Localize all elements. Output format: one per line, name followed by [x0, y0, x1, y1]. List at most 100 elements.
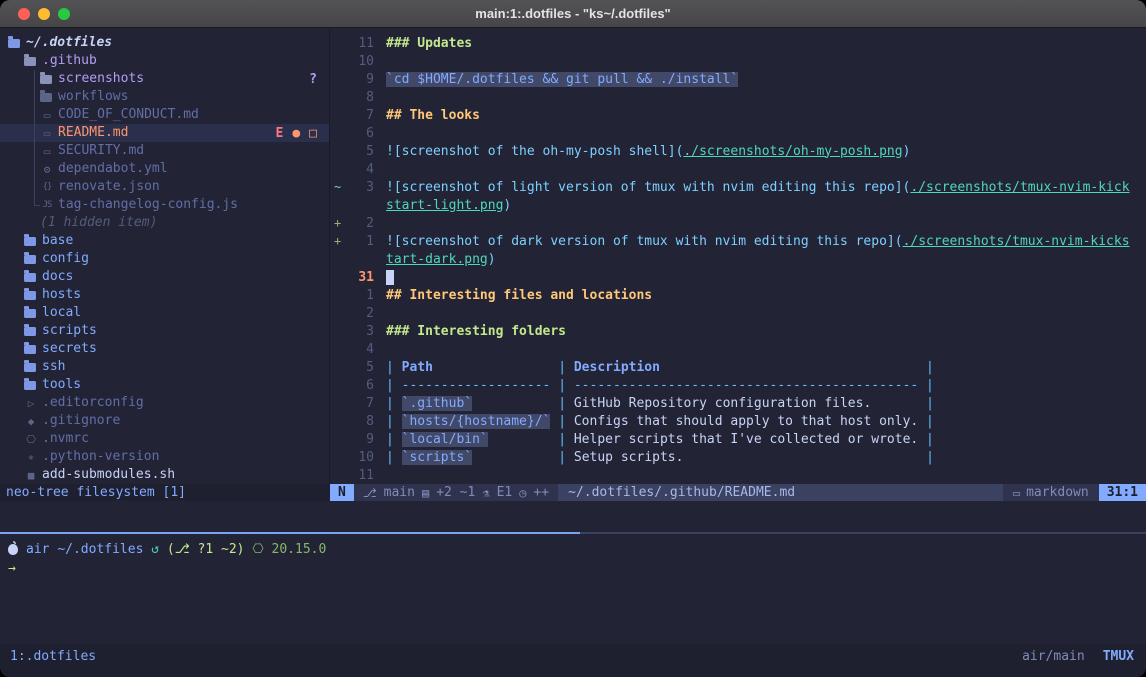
tmux-pane-border[interactable] [0, 532, 1146, 534]
close-button[interactable] [18, 8, 30, 20]
editor-line[interactable]: 8| `hosts/{hostname}/` | Configs that sh… [330, 412, 1146, 430]
command-line-area [0, 501, 1146, 532]
line-text: | ------------------- | ----------------… [386, 378, 934, 393]
tree-item-github[interactable]: .github [0, 52, 329, 70]
line-text [386, 270, 394, 285]
line-number: 9 [348, 72, 374, 87]
tree-item-add-submodules-sh[interactable]: ■add-submodules.sh [0, 466, 329, 484]
branch-icon: ⎇ [363, 486, 377, 500]
editor-line[interactable]: 5![screenshot of the oh-my-posh shell](.… [330, 142, 1146, 160]
tree-item-python-version[interactable]: ∗.python-version [0, 448, 329, 466]
tree-item-screenshots[interactable]: screenshots? [0, 70, 329, 88]
editor-line[interactable]: 10 | `scripts` | Setup scripts. | [330, 448, 1146, 466]
tree-item-ssh[interactable]: ssh [0, 358, 329, 376]
tree-item-readme-md[interactable]: ▭README.mdE●□ [0, 124, 329, 142]
clock-icon: ◷ [519, 486, 526, 500]
tree-item-label: .editorconfig [42, 394, 144, 412]
editor-line[interactable]: +1![screenshot of dark version of tmux w… [330, 232, 1146, 250]
diff-icon: ▤ [422, 486, 429, 500]
prompt-arrow: → [8, 561, 16, 576]
editor-line[interactable]: 31 [330, 268, 1146, 286]
editor-line[interactable]: 5| Path | Description | [330, 358, 1146, 376]
line-text: | `scripts` | Setup scripts. | [386, 450, 934, 465]
line-number: 3 [348, 324, 374, 339]
tree-item-label: base [42, 232, 73, 250]
git-branch: main [384, 485, 415, 500]
sign-column: ~ [330, 180, 348, 194]
editor-line[interactable]: 7## The looks [330, 106, 1146, 124]
neo-tree-pane[interactable]: ~/.dotfiles.githubscreenshots?workflows▭… [0, 28, 330, 484]
editor-line[interactable]: +2 [330, 214, 1146, 232]
editor-line[interactable]: start-light.png) [330, 196, 1146, 214]
prompt-input-line[interactable]: → [8, 559, 1146, 578]
tree-item-gitignore[interactable]: ◆.gitignore [0, 412, 329, 430]
git-diff: +2 ~1 [436, 485, 475, 500]
line-text: ### Interesting folders [386, 324, 566, 339]
line-number: 8 [348, 414, 374, 429]
tree-item-docs[interactable]: docs [0, 268, 329, 286]
minimize-button[interactable] [38, 8, 50, 20]
tree-item-secrets[interactable]: secrets [0, 340, 329, 358]
editor-line[interactable]: 3 ### Interesting folders [330, 322, 1146, 340]
editor-line[interactable]: 10 [330, 52, 1146, 70]
tmux-session-name: air/main [1022, 649, 1085, 664]
tree-item-label: scripts [42, 322, 97, 340]
line-number: 7 [348, 108, 374, 123]
tmux-window-tab[interactable]: 1:.dotfiles [10, 649, 96, 664]
tree-item-tools[interactable]: tools [0, 376, 329, 394]
filetype-segment: ▭ markdown [1003, 485, 1099, 500]
tree-item-workflows[interactable]: workflows [0, 88, 329, 106]
titlebar[interactable]: main:1:.dotfiles - "ks~/.dotfiles" [0, 0, 1146, 28]
editor-line[interactable]: 8 [330, 88, 1146, 106]
editor-line[interactable]: 6 [330, 124, 1146, 142]
tree-item-hosts[interactable]: hosts [0, 286, 329, 304]
folder-icon [40, 75, 52, 84]
editor-line[interactable]: tart-dark.png) [330, 250, 1146, 268]
mode-indicator: N [330, 484, 354, 501]
tree-item-label: (1 hidden item) [40, 214, 157, 232]
tree-item-label: .github [42, 52, 97, 70]
editor-line[interactable]: 7| `.github` | GitHub Repository configu… [330, 394, 1146, 412]
tree-item-label: .python-version [42, 448, 159, 466]
tree-item-label: CODE_OF_CONDUCT.md [58, 106, 199, 124]
tree-item-scripts[interactable]: scripts [0, 322, 329, 340]
editor-line[interactable]: 9`cd $HOME/.dotfiles && git pull && ./in… [330, 70, 1146, 88]
line-text: | `.github` | GitHub Repository configur… [386, 396, 934, 411]
shell-pane[interactable]: air ~/.dotfiles ↺ ( ⎇ ?1 ~2 ) ⎔ 20.15.0 … [0, 534, 1146, 644]
tree-item-config[interactable]: config [0, 250, 329, 268]
line-text: tart-dark.png) [386, 252, 496, 267]
folder-icon [24, 273, 36, 282]
line-text: ### Updates [386, 36, 472, 51]
editor-line[interactable]: 11### Updates [330, 34, 1146, 52]
editor-line[interactable]: ~3![screenshot of light version of tmux … [330, 178, 1146, 196]
tree-item-label: local [42, 304, 81, 322]
editor-line[interactable]: 11 [330, 466, 1146, 484]
line-number: 10 [348, 450, 374, 465]
line-number: 4 [348, 162, 374, 177]
editor-line[interactable]: 1## Interesting files and locations [330, 286, 1146, 304]
tree-item-tag-changelog-config-js[interactable]: JStag-changelog-config.js [0, 196, 329, 214]
editor-line[interactable]: 4 [330, 340, 1146, 358]
zoom-button[interactable] [58, 8, 70, 20]
editor-line[interactable]: 2 [330, 304, 1146, 322]
tree-item-code-of-conduct-md[interactable]: ▭ CODE_OF_CONDUCT.md [0, 106, 329, 124]
editor-line[interactable]: 4 [330, 160, 1146, 178]
md-file-icon: ▭ [40, 109, 54, 122]
sign-column: + [330, 216, 348, 230]
tree-item-renovate-json[interactable]: {}renovate.json [0, 178, 329, 196]
tree-item-nvmrc[interactable]: ⎔.nvmrc [0, 430, 329, 448]
editor-line[interactable]: 6| ------------------- | ---------------… [330, 376, 1146, 394]
editor-pane[interactable]: 11### Updates 10 9`cd $HOME/.dotfiles &&… [330, 28, 1146, 484]
sync-icon: ↺ [151, 542, 159, 557]
tree-item-editorconfig[interactable]: ▷.editorconfig [0, 394, 329, 412]
tree-item-dependabot-yml[interactable]: ⚙dependabot.yml [0, 160, 329, 178]
editor-line[interactable]: 9| `local/bin` | Helper scripts that I'v… [330, 430, 1146, 448]
tree-item-label: SECURITY.md [58, 142, 144, 160]
tree-item-dotfiles[interactable]: ~/.dotfiles [0, 34, 329, 52]
tree-item-local[interactable]: local [0, 304, 329, 322]
line-text: ![screenshot of the oh-my-posh shell](./… [386, 144, 910, 159]
tree-item-base[interactable]: base [0, 232, 329, 250]
tree-item-security-md[interactable]: ▭SECURITY.md [0, 142, 329, 160]
tree-item-1-hidden-item[interactable]: (1 hidden item) [0, 214, 329, 232]
flask-icon: ⚗ [482, 486, 489, 500]
